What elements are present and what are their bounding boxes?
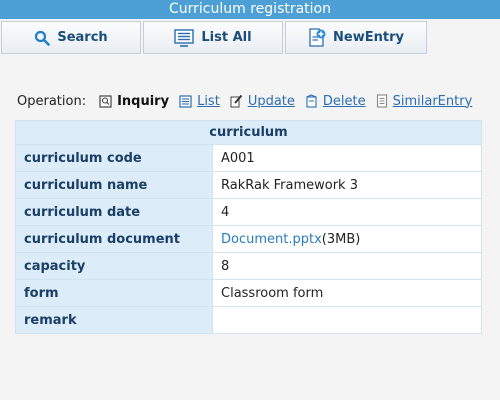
operation-similar-entry-link[interactable]: SimilarEntry (393, 94, 473, 109)
operation-update[interactable]: Update (230, 94, 295, 109)
row-value: 4 (212, 198, 482, 226)
row-label: capacity (15, 252, 213, 280)
curriculum-detail-table: curriculum curriculum code A001 curricul… (15, 120, 482, 334)
table-row: capacity 8 (15, 252, 482, 280)
operation-list-link[interactable]: List (197, 94, 220, 109)
row-label: form (15, 279, 213, 307)
list-small-icon (179, 94, 192, 108)
new-document-icon (309, 28, 326, 47)
operation-similar-entry[interactable]: SimilarEntry (376, 94, 473, 109)
row-value: RakRak Framework 3 (212, 171, 482, 199)
table-row: curriculum code A001 (15, 144, 482, 172)
new-entry-button-label: NewEntry (333, 30, 404, 45)
search-button-label: Search (57, 30, 108, 45)
table-row: form Classroom form (15, 279, 482, 307)
row-label: curriculum name (15, 171, 213, 199)
operation-inquiry: Inquiry (99, 94, 169, 109)
document-size: (3MB) (321, 231, 361, 247)
table-row: curriculum name RakRak Framework 3 (15, 171, 482, 199)
row-value: Classroom form (212, 279, 482, 307)
list-all-button[interactable]: List All (143, 21, 283, 54)
search-button[interactable]: Search (1, 21, 141, 54)
row-value (212, 306, 482, 334)
row-value: Document.pptx(3MB) (212, 225, 482, 253)
window-title: Curriculum registration (0, 0, 500, 19)
search-icon (35, 30, 51, 46)
row-value: 8 (212, 252, 482, 280)
copy-icon (376, 94, 387, 108)
operation-delete[interactable]: Delete (305, 94, 366, 109)
table-row: curriculum date 4 (15, 198, 482, 226)
inquiry-icon (99, 94, 112, 108)
row-value: A001 (212, 144, 482, 172)
operation-label: Operation: (17, 93, 87, 109)
row-label: curriculum date (15, 198, 213, 226)
row-label: remark (15, 306, 213, 334)
document-link[interactable]: Document.pptx (221, 232, 322, 247)
operation-delete-link[interactable]: Delete (323, 94, 366, 109)
edit-icon (230, 94, 243, 108)
list-icon (174, 28, 195, 47)
operation-inquiry-label: Inquiry (117, 93, 170, 109)
table-row: remark (15, 306, 482, 334)
toolbar: Search List All NewEntry (0, 20, 500, 54)
table-row: curriculum document Document.pptx(3MB) (15, 225, 482, 253)
operation-list[interactable]: List (179, 94, 220, 109)
list-all-button-label: List All (201, 30, 252, 45)
operation-bar: Operation: Inquiry List Update Delete Si… (17, 92, 482, 110)
delete-icon (306, 94, 317, 108)
operation-update-link[interactable]: Update (248, 94, 295, 109)
row-label: curriculum document (15, 225, 213, 253)
table-header: curriculum (15, 120, 482, 145)
new-entry-button[interactable]: NewEntry (285, 21, 427, 54)
row-label: curriculum code (15, 144, 213, 172)
